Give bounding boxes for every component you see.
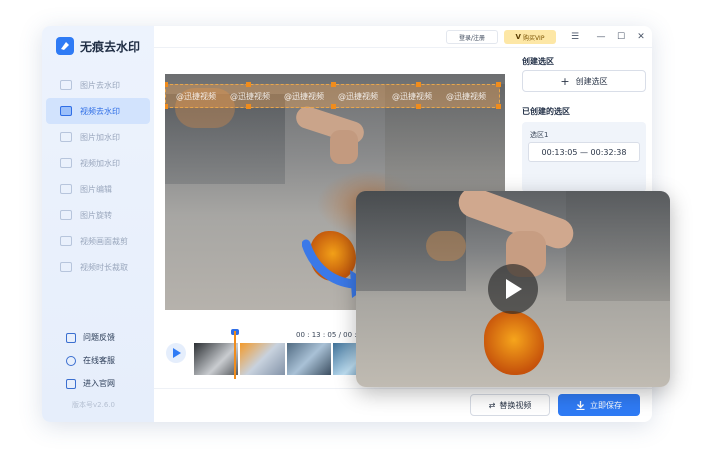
minimize-icon[interactable]: —	[594, 30, 608, 44]
sidebar-item-video-trim[interactable]: 视频时长裁取	[46, 254, 150, 280]
sidebar-item-label: 视频画面裁剪	[80, 236, 128, 246]
link-website[interactable]: 进入官网	[66, 372, 115, 395]
watermark-text: @迅捷视频	[284, 92, 324, 101]
play-button[interactable]	[166, 343, 186, 363]
hand-image	[330, 130, 358, 164]
region-time-range[interactable]: 00:13:05 — 00:32:38	[528, 142, 640, 162]
crop-icon	[60, 236, 72, 246]
sidebar-item-image-edit[interactable]: 图片编辑	[46, 176, 150, 202]
resize-handle[interactable]	[165, 82, 168, 87]
replace-label: 替换视频	[499, 400, 532, 410]
watermark-text: @迅捷视频	[176, 92, 216, 101]
edit-icon	[60, 184, 72, 194]
version-label: 版本号v2.6.0	[72, 401, 115, 409]
vip-icon: V	[515, 33, 521, 41]
region-name: 选区1	[530, 131, 549, 139]
app-logo: 无痕去水印	[56, 37, 140, 55]
sidebar-item-label: 图片编辑	[80, 184, 112, 194]
title-bar: 登录/注册 V 购买VIP ☰ — ☐ ✕	[154, 26, 652, 48]
download-icon	[576, 400, 585, 410]
close-icon[interactable]: ✕	[634, 30, 648, 44]
sidebar-links: 问题反馈 在线客服 进入官网	[66, 326, 115, 395]
resize-handle[interactable]	[246, 104, 251, 109]
menu-icon[interactable]: ☰	[568, 30, 582, 44]
sidebar-item-video-crop[interactable]: 视频画面裁剪	[46, 228, 150, 254]
trim-icon	[60, 262, 72, 272]
sidebar-item-video-add-watermark[interactable]: 视频加水印	[46, 150, 150, 176]
bottom-bar: ⇄ 替换视频 立即保存	[154, 388, 652, 422]
resize-handle[interactable]	[165, 104, 168, 109]
sidebar-item-label: 图片加水印	[80, 132, 120, 142]
watermark-text: @迅捷视频	[338, 92, 378, 101]
app-name: 无痕去水印	[80, 39, 141, 54]
plus-icon: +	[560, 74, 570, 88]
sidebar-item-video-remove-watermark[interactable]: 视频去水印	[46, 98, 150, 124]
watermark-selection-box[interactable]: @迅捷视频 @迅捷视频 @迅捷视频 @迅捷视频 @迅捷视频 @迅捷视频	[165, 82, 501, 109]
timeline-thumbnail	[194, 343, 239, 375]
video-icon	[60, 106, 72, 116]
resize-handle[interactable]	[416, 104, 421, 109]
link-label: 问题反馈	[83, 333, 115, 342]
create-region-button[interactable]: + 创建选区	[522, 70, 646, 92]
resize-handle[interactable]	[331, 104, 336, 109]
maximize-icon[interactable]: ☐	[614, 30, 628, 44]
website-icon	[66, 378, 76, 389]
watermark-text: @迅捷视频	[230, 92, 270, 101]
sidebar-item-label: 视频加水印	[80, 158, 120, 168]
playhead[interactable]	[234, 331, 236, 379]
resize-handle[interactable]	[331, 82, 336, 87]
create-region-label: 创建选区	[575, 76, 608, 86]
link-support[interactable]: 在线客服	[66, 349, 115, 372]
leaf-image	[484, 311, 544, 375]
feedback-icon	[66, 332, 76, 343]
play-icon	[172, 348, 181, 358]
sidebar-item-label: 视频时长裁取	[80, 262, 128, 272]
link-label: 进入官网	[83, 379, 115, 388]
rotate-icon	[60, 210, 72, 220]
sidebar-item-label: 视频去水印	[80, 106, 120, 116]
sidebar-item-image-add-watermark[interactable]: 图片加水印	[46, 124, 150, 150]
support-icon	[66, 355, 76, 366]
replace-icon: ⇄	[488, 400, 496, 410]
buy-vip-button[interactable]: V 购买VIP	[504, 30, 556, 44]
vip-label: 购买VIP	[522, 34, 545, 42]
sidebar: 无痕去水印 图片去水印 视频去水印 图片加水印 视频加水印 图片编辑 图片旋转 …	[42, 26, 154, 422]
image-add-icon	[60, 132, 72, 142]
created-section-title: 已创建的选区	[522, 107, 570, 116]
video-add-icon	[60, 158, 72, 168]
sidebar-item-image-remove-watermark[interactable]: 图片去水印	[46, 72, 150, 98]
play-icon	[506, 279, 522, 299]
resize-handle[interactable]	[496, 104, 501, 109]
watermark-text: @迅捷视频	[446, 92, 486, 101]
link-label: 在线客服	[83, 356, 115, 365]
login-button[interactable]: 登录/注册	[446, 30, 498, 44]
result-preview[interactable]	[356, 191, 670, 387]
image-icon	[60, 80, 72, 90]
logo-icon	[56, 37, 74, 55]
sidebar-item-image-rotate[interactable]: 图片旋转	[46, 202, 150, 228]
save-button[interactable]: 立即保存	[558, 394, 640, 416]
sidebar-item-label: 图片旋转	[80, 210, 112, 220]
save-label: 立即保存	[590, 400, 622, 410]
preview-background	[566, 191, 670, 301]
resize-handle[interactable]	[246, 82, 251, 87]
region-card[interactable]: 选区1 00:13:05 — 00:32:38	[522, 122, 646, 192]
preview-play-button[interactable]	[488, 264, 538, 314]
resize-handle[interactable]	[416, 82, 421, 87]
timeline-thumbnail	[286, 343, 332, 375]
create-section-title: 创建选区	[522, 57, 554, 66]
preview-background	[426, 231, 466, 261]
timeline-time: 00 : 13 : 05 / 00 : 5	[296, 331, 364, 339]
timeline-thumbnail	[240, 343, 285, 375]
resize-handle[interactable]	[496, 82, 501, 87]
sidebar-nav: 图片去水印 视频去水印 图片加水印 视频加水印 图片编辑 图片旋转 视频画面裁剪…	[46, 72, 150, 280]
sidebar-item-label: 图片去水印	[80, 80, 120, 90]
link-feedback[interactable]: 问题反馈	[66, 326, 115, 349]
watermark-text: @迅捷视频	[392, 92, 432, 101]
replace-video-button[interactable]: ⇄ 替换视频	[470, 394, 550, 416]
